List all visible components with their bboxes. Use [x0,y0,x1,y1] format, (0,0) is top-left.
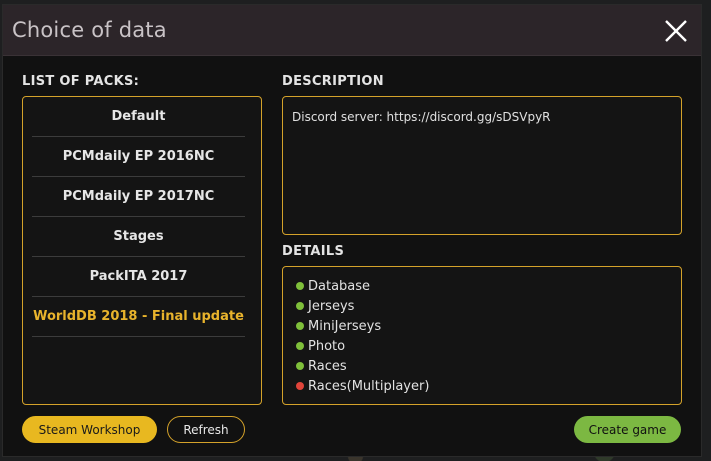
pack-item-pcmdaily-2017[interactable]: PCMdaily EP 2017NC [32,177,245,217]
detail-label: Photo [308,338,346,354]
create-game-button[interactable]: Create game [574,416,681,443]
pack-item-worlddb-2018[interactable]: WorldDB 2018 - Final update [32,297,245,337]
close-button[interactable] [661,16,691,46]
pack-item-default[interactable]: Default [32,97,245,137]
steam-workshop-button[interactable]: Steam Workshop [22,416,157,443]
pack-list: Default PCMdaily EP 2016NC PCMdaily EP 2… [22,96,262,405]
details-panel: Database Jerseys MiniJerseys Photo Races… [282,266,682,405]
detail-label: Jerseys [308,298,355,314]
description-panel: Discord server: https://discord.gg/sDSVp… [282,96,682,235]
detail-item: Races(Multiplayer) [296,377,429,395]
detail-label: Races(Multiplayer) [308,378,430,394]
detail-label: MiniJerseys [308,318,382,334]
detail-item: Races [296,357,347,375]
detail-label: Races [308,358,347,374]
status-ok-icon [296,282,304,290]
status-ok-icon [296,342,304,350]
detail-label: Database [308,278,371,294]
choice-of-data-dialog: Choice of data LIST OF PACKS: Default PC… [2,4,702,457]
detail-item: MiniJerseys [296,317,381,335]
refresh-button[interactable]: Refresh [167,416,245,443]
packs-label: LIST OF PACKS: [22,74,140,89]
description-label: DESCRIPTION [282,74,384,89]
status-ok-icon [296,322,304,330]
description-text: Discord server: https://discord.gg/sDSVp… [292,110,551,124]
pack-item-stages[interactable]: Stages [32,217,245,257]
detail-item: Photo [296,337,345,355]
detail-item: Database [296,277,370,295]
dialog-titlebar: Choice of data [3,5,701,56]
status-ok-icon [296,302,304,310]
close-icon [665,20,687,42]
dialog-title: Choice of data [12,18,167,42]
status-error-icon [296,382,304,390]
pack-item-pcmdaily-2016[interactable]: PCMdaily EP 2016NC [32,137,245,177]
pack-item-packita-2017[interactable]: PackITA 2017 [32,257,245,297]
status-ok-icon [296,362,304,370]
details-label: DETAILS [282,244,345,259]
detail-item: Jerseys [296,297,354,315]
